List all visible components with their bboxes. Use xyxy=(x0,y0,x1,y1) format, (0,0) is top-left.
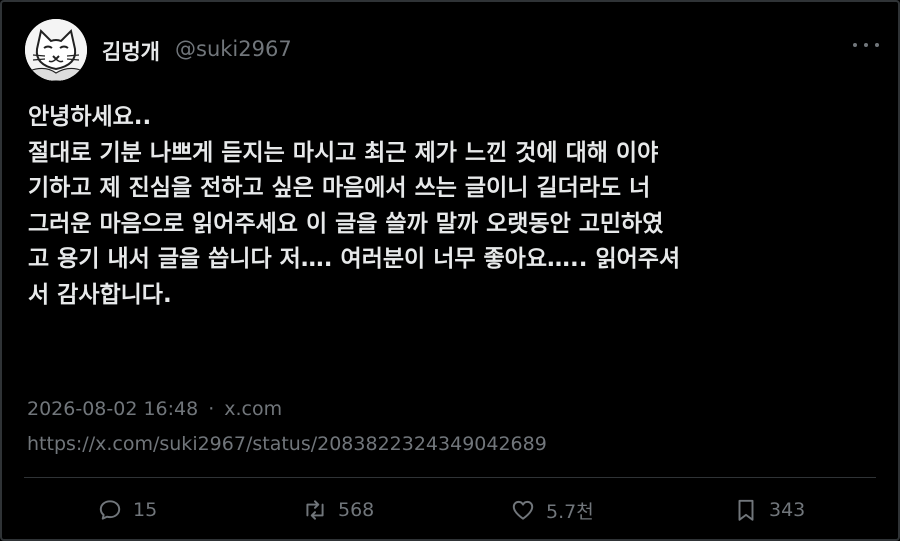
meta-separator: · xyxy=(208,398,215,420)
source-label: x.com xyxy=(224,398,283,420)
tweet-line: 안녕하세요.. xyxy=(28,104,152,130)
bookmark-count: 343 xyxy=(769,499,806,521)
reply-icon xyxy=(99,500,121,520)
repost-count: 568 xyxy=(338,499,375,521)
cat-drawing xyxy=(25,19,87,81)
bookmark-icon xyxy=(738,499,754,521)
action-bar: 15 568 5.7천 343 xyxy=(0,490,900,530)
repost-icon xyxy=(306,500,324,520)
tweet-line: 고 용기 내서 글을 씁니다 저…. 여러분이 너무 좋아요….. 읽어주셔 xyxy=(28,246,681,272)
reply-count: 15 xyxy=(133,499,158,521)
user-handle[interactable]: @suki2967 xyxy=(175,37,292,61)
tweet-line: 그러운 마음으로 읽어주세요 이 글을 쓸까 말까 오랫동안 고민하였 xyxy=(28,210,664,237)
tweet-meta: 2026-08-02 16:48 · x.com xyxy=(27,398,282,420)
more-dot xyxy=(875,43,879,47)
actions-divider xyxy=(24,477,876,478)
bookmark-button[interactable]: 343 xyxy=(733,490,805,530)
like-count: 5.7천 xyxy=(546,500,594,523)
tweet-line: 서 감사합니다. xyxy=(28,281,172,308)
timestamp[interactable]: 2026-08-02 16:48 xyxy=(27,398,198,420)
tweet-line: 절대로 기분 나쁘게 듣지는 마시고 최근 제가 느낀 것에 대해 이야 xyxy=(28,139,659,166)
cat-avatar-icon[interactable] xyxy=(25,19,87,81)
tweet-line: 기하고 제 진심을 전하고 싶은 마음에서 쓰는 글이니 길더라도 너 xyxy=(28,175,651,201)
more-dot xyxy=(853,43,857,47)
tweet-url[interactable]: https://x.com/suki2967/status/2083822324… xyxy=(27,433,547,455)
reply-button[interactable]: 15 xyxy=(97,490,157,530)
like-button[interactable]: 5.7천 xyxy=(510,490,594,530)
heart-icon xyxy=(512,500,534,520)
more-dot xyxy=(864,43,868,47)
tweet-text: 안녕하세요.. 절대로 기분 나쁘게 듣지는 마시고 최근 제가 느낀 것에 대… xyxy=(28,100,878,313)
repost-button[interactable]: 568 xyxy=(302,490,374,530)
more-options-icon[interactable] xyxy=(853,38,879,52)
display-name[interactable]: 김멍개 xyxy=(102,36,160,66)
